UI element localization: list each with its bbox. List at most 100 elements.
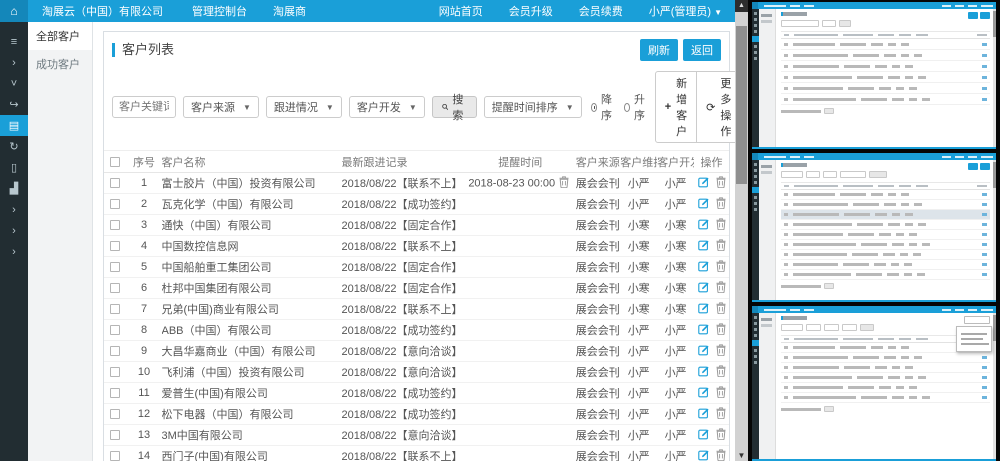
latest-record: 2018/08/22【联系不上】 (342, 236, 466, 257)
scrollbar-thumb[interactable] (736, 26, 747, 184)
mini-sidebar-icon (754, 163, 757, 166)
row-checkbox[interactable] (110, 262, 120, 272)
preview-screenshot-1[interactable] (752, 2, 996, 149)
sidebar-item-success-customers[interactable]: 成功客户 (28, 50, 92, 78)
delete-reminder-button[interactable] (559, 176, 569, 191)
sort-asc-radio[interactable]: 升序 (624, 91, 648, 123)
sort-desc-radio[interactable]: 降序 (591, 91, 615, 123)
nav-item-member-renew[interactable]: 会员续费 (566, 3, 636, 19)
more-actions-button[interactable]: ⟳更多操作▼ (696, 71, 735, 143)
row-checkbox[interactable] (110, 220, 120, 230)
mini-filter-row (781, 171, 990, 178)
edit-button[interactable] (698, 239, 710, 254)
mini-table-row (781, 393, 990, 403)
customer-developer: 小严 (657, 341, 694, 362)
row-checkbox[interactable] (110, 199, 120, 209)
row-checkbox[interactable] (110, 346, 120, 356)
row-checkbox[interactable] (110, 178, 120, 188)
edit-button[interactable] (698, 365, 710, 380)
nav-item-member-upgrade[interactable]: 会员升级 (496, 3, 566, 19)
edit-button[interactable] (698, 407, 710, 422)
delete-button[interactable] (716, 260, 726, 275)
sign-in-icon[interactable]: ↪ (0, 94, 28, 115)
customer-list-icon[interactable]: ▤ (0, 115, 28, 136)
row-checkbox[interactable] (110, 409, 120, 419)
back-button[interactable]: 返回 (683, 39, 721, 61)
delete-button[interactable] (716, 344, 726, 359)
table-row: 8ABB（中国）有限公司2018/08/22【成功签约】展会会刊小严小严 (104, 320, 729, 341)
delete-button[interactable] (716, 239, 726, 254)
row-checkbox[interactable] (110, 241, 120, 251)
delete-button[interactable] (716, 449, 726, 461)
delete-button[interactable] (716, 176, 726, 191)
preview-screenshot-2[interactable] (752, 153, 996, 302)
chevron-right-icon[interactable]: › (0, 220, 28, 241)
nav-item-taozhanshang[interactable]: 淘展商 (260, 3, 319, 19)
customer-name: 爱普生(中国)有限公司 (162, 383, 342, 404)
row-checkbox[interactable] (110, 451, 120, 461)
edit-button[interactable] (698, 260, 710, 275)
delete-button[interactable] (716, 428, 726, 443)
preview-screenshot-3[interactable] (752, 306, 996, 461)
chevron-right-icon[interactable]: › (0, 199, 28, 220)
followup-select[interactable]: 跟进情况▼ (266, 96, 342, 118)
edit-button[interactable] (698, 449, 710, 461)
trash-icon (716, 323, 726, 335)
nav-item-site-home[interactable]: 网站首页 (426, 3, 496, 19)
scrollbar-up-arrow-icon[interactable]: ▲ (735, 0, 748, 12)
edit-button[interactable] (698, 344, 710, 359)
edit-button[interactable] (698, 197, 710, 212)
row-checkbox[interactable] (110, 430, 120, 440)
home-button[interactable]: ⌂ (0, 0, 28, 22)
chart-icon[interactable]: ▟ (0, 178, 28, 199)
edit-button[interactable] (698, 302, 710, 317)
delete-button[interactable] (716, 365, 726, 380)
customer-maintainer: 小寒 (620, 215, 657, 236)
mini-secondary-sidebar (759, 9, 776, 147)
user-menu[interactable]: 小严(管理员)▼ (636, 3, 735, 19)
mini-table-row (781, 260, 990, 270)
develop-select[interactable]: 客户开发▼ (349, 96, 425, 118)
table-row: 11爱普生(中国)有限公司2018/08/22【成功签约】展会会刊小严小严 (104, 383, 729, 404)
delete-button[interactable] (716, 281, 726, 296)
row-checkbox[interactable] (110, 304, 120, 314)
row-checkbox[interactable] (110, 367, 120, 377)
edit-button[interactable] (698, 176, 710, 191)
row-checkbox[interactable] (110, 325, 120, 335)
row-index: 7 (127, 299, 162, 320)
delete-button[interactable] (716, 197, 726, 212)
delete-button[interactable] (716, 323, 726, 338)
refresh-button[interactable]: 刷新 (640, 39, 678, 61)
source-select[interactable]: 客户来源▼ (183, 96, 259, 118)
edit-button[interactable] (698, 281, 710, 296)
chevron-right-icon[interactable]: › (0, 52, 28, 73)
select-all-checkbox[interactable] (110, 157, 120, 167)
menu-icon[interactable]: ≡ (0, 31, 28, 52)
row-checkbox[interactable] (110, 283, 120, 293)
mini-navbar (752, 153, 996, 160)
sort-select[interactable]: 提醒时间排序▼ (484, 96, 582, 118)
edit-button[interactable] (698, 323, 710, 338)
nav-item-console[interactable]: 管理控制台 (179, 3, 260, 19)
row-checkbox[interactable] (110, 388, 120, 398)
edit-button[interactable] (698, 428, 710, 443)
edit-button[interactable] (698, 218, 710, 233)
mini-sidebar-icon (754, 24, 757, 27)
chevron-down-icon[interactable]: ˅ (0, 73, 28, 94)
edit-button[interactable] (698, 386, 710, 401)
keyword-input[interactable] (112, 96, 176, 118)
delete-button[interactable] (716, 302, 726, 317)
trash-icon[interactable]: ▯ (0, 157, 28, 178)
search-button[interactable]: 搜索 (432, 96, 477, 118)
delete-button[interactable] (716, 218, 726, 233)
delete-button[interactable] (716, 407, 726, 422)
chevron-right-icon[interactable]: › (0, 241, 28, 262)
scrollbar-down-arrow-icon[interactable]: ▼ (735, 451, 748, 460)
top-navbar: ⌂ 淘展云（中国）有限公司 管理控制台 淘展商 网站首页 会员升级 会员续费 小… (0, 0, 735, 22)
page-scrollbar[interactable]: ▲ ▼ (735, 0, 748, 461)
refresh-icon[interactable]: ↻ (0, 136, 28, 157)
sidebar-item-all-customers[interactable]: 全部客户 (28, 22, 92, 50)
add-customer-button[interactable]: +新增客户 (655, 71, 697, 143)
delete-button[interactable] (716, 386, 726, 401)
row-operations (694, 173, 729, 194)
